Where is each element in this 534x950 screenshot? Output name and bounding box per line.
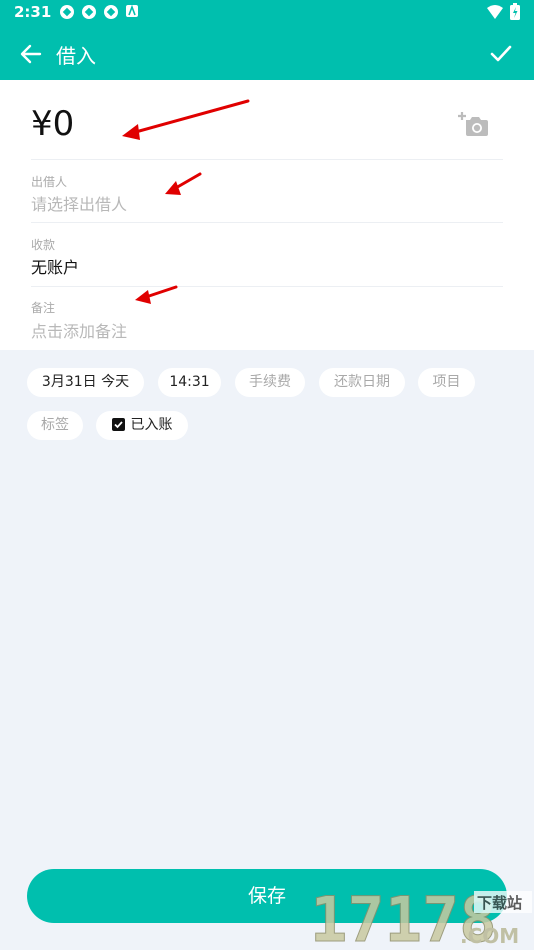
red-arrow-icon	[165, 172, 202, 195]
date-chip[interactable]: 3月31日 今天	[27, 368, 144, 397]
time-chip[interactable]: 14:31	[158, 368, 221, 397]
red-arrow-icon	[135, 285, 178, 304]
annotation-arrows	[122, 99, 250, 304]
recorded-label: 已入账	[130, 417, 173, 433]
checkbox-checked-icon[interactable]	[111, 418, 125, 431]
svg-text:.COM: .COM	[460, 924, 519, 947]
red-arrow-icon	[122, 99, 250, 140]
svg-text:下载站: 下载站	[477, 894, 522, 912]
fee-chip[interactable]: 手续费	[235, 368, 305, 397]
tag-chip[interactable]: 标签	[27, 411, 83, 440]
watermark-logo: 17178 下载站 .COM	[310, 885, 532, 947]
repay-date-chip[interactable]: 还款日期	[319, 368, 405, 397]
project-chip[interactable]: 项目	[418, 368, 475, 397]
recorded-chip[interactable]: 已入账	[96, 411, 188, 440]
